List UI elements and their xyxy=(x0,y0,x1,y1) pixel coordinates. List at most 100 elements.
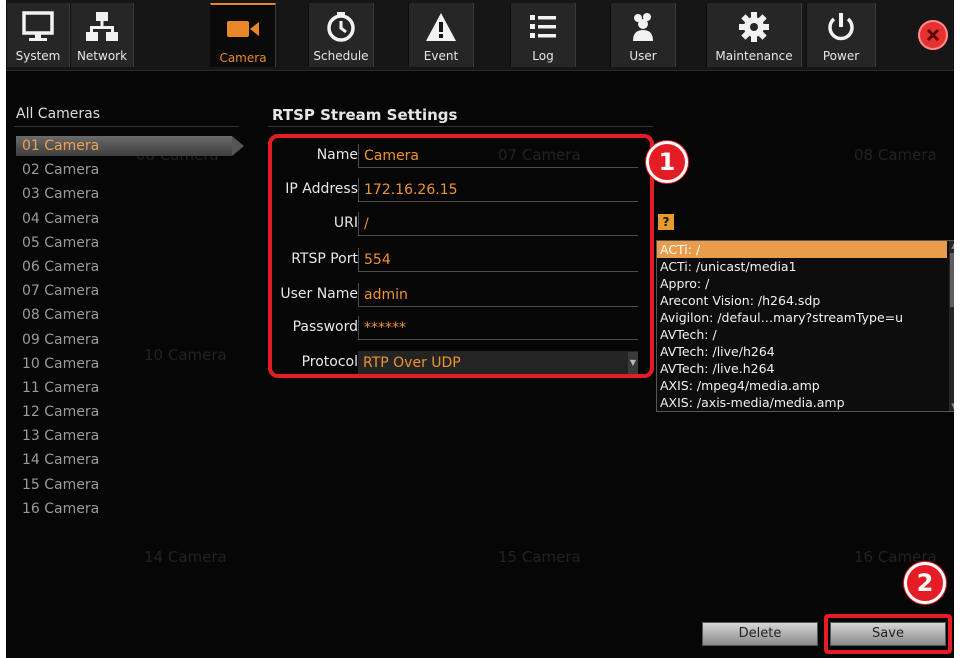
tab-label: Event xyxy=(423,49,459,63)
ip-row: IP Address 172.16.26.15 xyxy=(268,178,648,202)
uri-preset-item[interactable]: Avigilon: /defaul…mary?streamType=u xyxy=(657,309,947,326)
camera-list-item[interactable]: 04 Camera xyxy=(16,209,236,233)
camera-list-item[interactable]: 14 Camera xyxy=(16,450,236,474)
ip-address-field[interactable]: 172.16.26.15 xyxy=(358,178,638,202)
tab-event[interactable]: Event xyxy=(408,3,474,67)
save-button[interactable]: Save xyxy=(830,622,946,646)
uri-preset-item[interactable]: AXIS: /axis-media/media.amp xyxy=(657,394,947,411)
nvr-app-window: System Network Camera Schedule Event Log… xyxy=(6,0,954,658)
tab-label: Network xyxy=(76,49,128,63)
rtsp-port-field[interactable]: 554 xyxy=(358,248,638,272)
camera-list-item[interactable]: 09 Camera xyxy=(16,330,236,354)
uri-preset-item[interactable]: ACTi: /unicast/media1 xyxy=(657,258,947,275)
camera-list-item[interactable]: 13 Camera xyxy=(16,426,236,450)
uri-preset-item[interactable]: AVTech: /live.h264 xyxy=(657,360,947,377)
uri-preset-item[interactable]: Appro: / xyxy=(657,275,947,292)
chevron-down-icon: ▼ xyxy=(628,352,638,374)
network-icon xyxy=(71,11,133,43)
bg-camera-label: 08 Camera xyxy=(854,146,937,164)
camera-list-item[interactable]: 11 Camera xyxy=(16,378,236,402)
bg-camera-label: 14 Camera xyxy=(144,548,227,566)
camera-list-item[interactable]: 16 Camera xyxy=(16,499,236,523)
protocol-value: RTP Over UDP xyxy=(363,355,461,371)
camera-list-item[interactable]: 12 Camera xyxy=(16,402,236,426)
tab-power[interactable]: Power xyxy=(806,3,876,67)
camera-list-item[interactable]: 15 Camera xyxy=(16,475,236,499)
camera-list-item[interactable]: 07 Camera xyxy=(16,281,236,305)
password-row: Password ****** xyxy=(268,316,648,340)
camera-list-title: All Cameras xyxy=(16,106,101,122)
protocol-select[interactable]: RTP Over UDP ▼ xyxy=(358,351,638,375)
rtsp-port-row: RTSP Port 554 xyxy=(268,248,648,272)
uri-preset-list: ACTi: / ACTi: /unicast/media1 Appro: / A… xyxy=(656,240,954,412)
tab-network[interactable]: Network xyxy=(70,3,134,67)
user-name-label: User Name xyxy=(280,286,358,302)
divider xyxy=(268,126,653,127)
tab-camera[interactable]: Camera xyxy=(210,3,276,67)
uri-preset-item[interactable]: AVTech: /live/h264 xyxy=(657,343,947,360)
tab-label: Camera xyxy=(219,51,267,65)
name-field[interactable]: Camera xyxy=(358,144,638,168)
scroll-down-icon[interactable]: ▼ xyxy=(949,401,954,411)
name-label: Name xyxy=(316,147,358,163)
camera-list: 01 Camera 02 Camera 03 Camera 04 Camera … xyxy=(16,136,244,523)
tab-label: Log xyxy=(532,49,554,63)
uri-list-scrollbar[interactable]: ▲ ▼ xyxy=(949,241,954,411)
camera-list-item[interactable]: 02 Camera xyxy=(16,160,236,184)
warning-icon xyxy=(409,11,473,43)
bg-camera-label: 15 Camera xyxy=(498,548,581,566)
protocol-row: Protocol RTP Over UDP ▼ xyxy=(268,351,648,375)
clock-icon xyxy=(309,11,373,43)
top-tab-bar: System Network Camera Schedule Event Log… xyxy=(6,0,954,71)
ip-address-label: IP Address xyxy=(285,181,358,197)
power-icon xyxy=(807,11,875,43)
tab-label: User xyxy=(629,49,657,63)
annotation-marker-2: 2 xyxy=(904,562,946,604)
tab-label: System xyxy=(15,49,61,63)
uri-label: URI xyxy=(333,215,358,231)
uri-field[interactable]: / xyxy=(358,212,638,236)
divider xyxy=(14,126,239,127)
delete-button[interactable]: Delete xyxy=(702,622,818,646)
uri-preset-item[interactable]: AVTech: / xyxy=(657,326,947,343)
tab-label: Schedule xyxy=(313,49,369,63)
tab-user[interactable]: User xyxy=(610,3,676,67)
uri-preset-item[interactable]: ACTi: / xyxy=(657,241,947,258)
screenshot-frame: System Network Camera Schedule Event Log… xyxy=(0,0,960,658)
tab-schedule[interactable]: Schedule xyxy=(308,3,374,67)
user-name-field[interactable]: admin xyxy=(358,283,638,307)
name-row: Name Camera xyxy=(268,144,648,168)
tab-log[interactable]: Log xyxy=(510,3,576,67)
users-icon xyxy=(611,11,675,43)
camera-list-item[interactable]: 05 Camera xyxy=(16,233,236,257)
rtsp-settings-title: RTSP Stream Settings xyxy=(272,106,458,124)
uri-preset-item[interactable]: AXIS: /mpeg4/media.amp xyxy=(657,377,947,394)
scrollbar-thumb[interactable] xyxy=(950,253,954,307)
tab-system[interactable]: System xyxy=(6,3,70,67)
camera-list-item[interactable]: 10 Camera xyxy=(16,354,236,378)
list-icon xyxy=(511,11,575,43)
tab-maintenance[interactable]: Maintenance xyxy=(706,3,802,67)
camera-list-item[interactable]: 08 Camera xyxy=(16,305,236,329)
uri-row: URI / xyxy=(268,212,648,236)
gear-icon xyxy=(707,11,801,43)
help-button[interactable]: ? xyxy=(658,214,674,230)
uri-preset-items: ACTi: / ACTi: /unicast/media1 Appro: / A… xyxy=(657,241,947,411)
uri-preset-item[interactable]: Arecont Vision: /h264.sdp xyxy=(657,292,947,309)
close-button[interactable] xyxy=(918,20,948,50)
protocol-label: Protocol xyxy=(301,354,358,370)
close-icon xyxy=(926,28,940,42)
camera-list-item[interactable]: 03 Camera xyxy=(16,184,236,208)
rtsp-port-label: RTSP Port xyxy=(291,251,358,267)
password-field[interactable]: ****** xyxy=(358,316,638,340)
tab-label: Maintenance xyxy=(715,49,793,63)
scroll-up-icon[interactable]: ▲ xyxy=(949,241,954,251)
camera-icon xyxy=(211,13,275,45)
annotation-marker-1: 1 xyxy=(646,141,688,183)
password-label: Password xyxy=(292,319,358,335)
camera-list-item[interactable]: 06 Camera xyxy=(16,257,236,281)
camera-list-item[interactable]: 01 Camera xyxy=(16,136,244,156)
user-name-row: User Name admin xyxy=(268,283,648,307)
tab-label: Power xyxy=(822,49,860,63)
monitor-icon xyxy=(7,11,69,43)
